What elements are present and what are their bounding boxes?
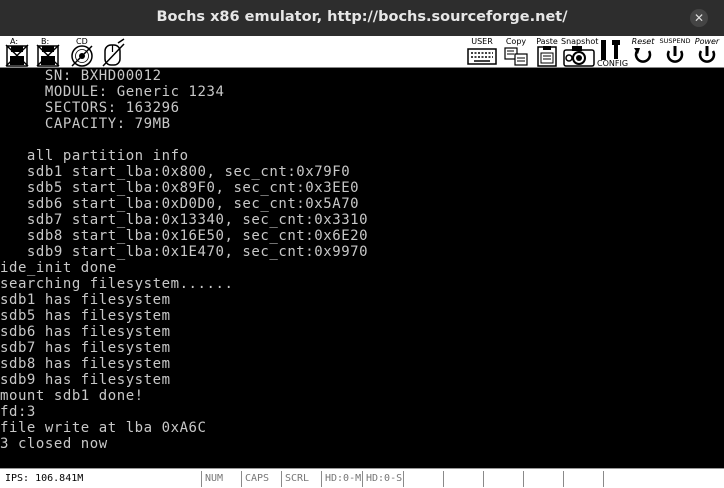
copy-label: Copy [505, 37, 527, 46]
scroll-lock-indicator: SCRL [282, 471, 322, 487]
cdrom-label: CD [76, 37, 88, 46]
mouse-capture-button[interactable] [100, 37, 128, 67]
console-line: 3 closed now [0, 436, 108, 452]
reset-label: Reset [631, 37, 655, 46]
console-line: sdb7 has filesystem [0, 340, 171, 356]
console-line: sdb5 start_lba:0x89F0, sec_cnt:0x3EE0 [0, 180, 360, 196]
console-line: sdb1 has filesystem [0, 292, 171, 308]
config-label: CONFIG [597, 59, 629, 68]
console-line: sdb9 start_lba:0x1E470, sec_cnt:0x9970 [0, 244, 369, 260]
reset-button[interactable]: Reset [628, 37, 658, 67]
paste-button[interactable]: Paste [533, 37, 561, 67]
console-line: sdb8 start_lba:0x16E50, sec_cnt:0x6E20 [0, 228, 369, 244]
console-line: sdb5 has filesystem [0, 308, 171, 324]
console-line: searching filesystem...... [0, 276, 234, 292]
console-line: sdb6 start_lba:0xD0D0, sec_cnt:0x5A70 [0, 196, 360, 212]
console-line: MODULE: Generic 1234 [0, 84, 225, 100]
floppy-a-label: A: [10, 37, 19, 46]
console-line: sdb7 start_lba:0x13340, sec_cnt:0x3310 [0, 212, 369, 228]
hd-master-indicator: HD:0-M [322, 471, 363, 487]
status-slot-empty [484, 471, 524, 487]
suspend-label: SUSPEND [659, 37, 691, 45]
console-line: all partition info [0, 148, 189, 164]
window-titlebar: Bochs x86 emulator, http://bochs.sourcef… [0, 0, 724, 36]
console-line: fd:3 [0, 404, 36, 420]
vga-console-screen[interactable]: SN: BXHD00012 MODULE: Generic 1234 SECTO… [0, 68, 724, 468]
console-line: mount sdb1 done! [0, 388, 144, 404]
snapshot-label: Snapshot [561, 37, 599, 46]
snapshot-button[interactable]: Snapshot [561, 37, 599, 67]
num-lock-indicator: NUM [202, 471, 242, 487]
mouse-icon [102, 38, 125, 67]
hd-slave-indicator: HD:0-S [363, 471, 404, 487]
close-window-button[interactable]: ✕ [690, 9, 708, 27]
suspend-button[interactable]: SUSPEND [658, 37, 692, 67]
console-line: CAPACITY: 79MB [0, 116, 171, 132]
status-slot-empty [524, 471, 564, 487]
paste-label: Paste [536, 37, 558, 46]
status-slot-empty [564, 471, 604, 487]
cdrom-button[interactable]: CD [68, 37, 96, 67]
console-line: sdb6 has filesystem [0, 324, 171, 340]
status-bar: IPS: 106.841M NUM CAPS SCRL HD:0-M HD:0-… [0, 468, 724, 488]
console-line: SECTORS: 163296 [0, 100, 180, 116]
user-label: USER [471, 37, 493, 46]
console-line: sdb1 start_lba:0x800, sec_cnt:0x79F0 [0, 164, 351, 180]
copy-button[interactable]: Copy [503, 37, 529, 67]
power-label: Power [694, 37, 720, 46]
bochs-toolbar: A: B: CD USER Copy Paste Snapshot CONFIG… [0, 36, 724, 68]
floppy-b-button[interactable]: B: [35, 37, 61, 67]
console-line: SN: BXHD00012 [0, 68, 162, 84]
caps-lock-indicator: CAPS [242, 471, 282, 487]
floppy-b-label: B: [41, 37, 50, 46]
status-slot-empty [444, 471, 484, 487]
status-slot-empty [404, 471, 444, 487]
config-button[interactable]: CONFIG [597, 37, 629, 68]
status-slot-empty [604, 471, 722, 487]
console-line: file write at lba 0xA6C [0, 420, 207, 436]
user-button[interactable]: USER [466, 37, 498, 67]
window-title: Bochs x86 emulator, http://bochs.sourcef… [156, 9, 568, 25]
console-line: sdb9 has filesystem [0, 372, 171, 388]
console-line: sdb8 has filesystem [0, 356, 171, 372]
ips-indicator: IPS: 106.841M [2, 471, 202, 487]
floppy-a-button[interactable]: A: [4, 37, 30, 67]
power-button[interactable]: Power [692, 37, 722, 67]
console-line: ide_init done [0, 260, 117, 276]
